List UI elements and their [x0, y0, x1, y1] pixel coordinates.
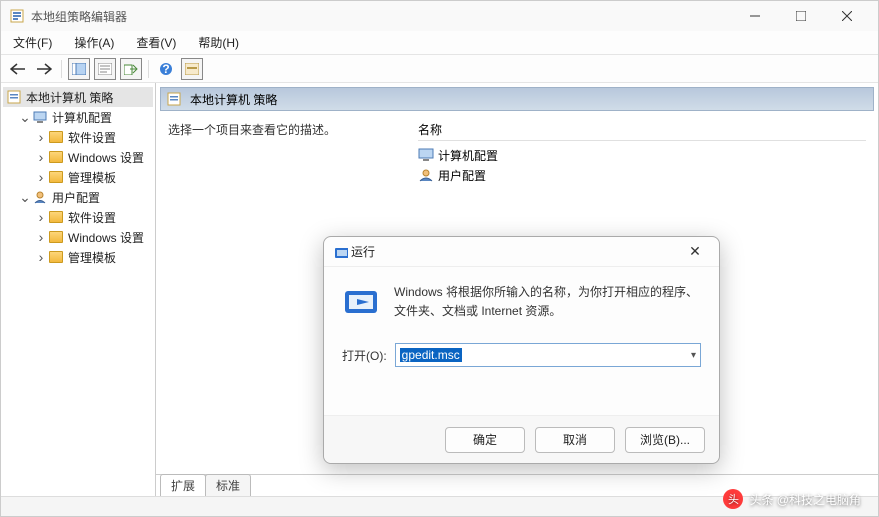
maximize-button[interactable] [778, 1, 824, 31]
folder-icon [49, 231, 63, 243]
tree-label: Windows 设置 [68, 229, 144, 246]
svg-text:?: ? [162, 62, 169, 76]
filter-button[interactable] [181, 58, 203, 80]
dialog-body: Windows 将根据你所输入的名称，为你打开相应的程序、文件夹、文档或 Int… [324, 267, 719, 415]
list-item-label: 计算机配置 [438, 147, 498, 164]
tree-admin[interactable]: › 管理模板 [3, 247, 153, 267]
dialog-title: 运行 [351, 243, 681, 260]
tree-label: 软件设置 [68, 209, 116, 226]
toolbar: ? [1, 55, 878, 83]
tree-computer-config[interactable]: ⌄ 计算机配置 [3, 107, 153, 127]
list-item-label: 用户配置 [438, 167, 486, 184]
list-item-user[interactable]: 用户配置 [418, 165, 866, 185]
run-dialog: 运行 ✕ Windows 将根据你所输入的名称，为你打开相应的程序、文件夹、文档… [323, 236, 720, 464]
expand-icon[interactable]: › [35, 229, 47, 245]
run-icon [342, 283, 380, 321]
window-title: 本地组策略编辑器 [31, 8, 732, 25]
tree-label: Windows 设置 [68, 149, 144, 166]
tab-extended[interactable]: 扩展 [160, 474, 206, 496]
dialog-close-button[interactable]: ✕ [681, 241, 709, 263]
tree-label: 用户配置 [52, 189, 100, 206]
separator [148, 60, 149, 78]
console-tree-button[interactable] [68, 58, 90, 80]
folder-icon [49, 171, 63, 183]
titlebar: 本地组策略编辑器 [1, 1, 878, 31]
browse-button[interactable]: 浏览(B)... [625, 427, 705, 453]
folder-icon [49, 211, 63, 223]
forward-button[interactable] [33, 58, 55, 80]
tree-label: 软件设置 [68, 129, 116, 146]
tree-label: 管理模板 [68, 249, 116, 266]
ok-button[interactable]: 确定 [445, 427, 525, 453]
tree-label: 管理模板 [68, 169, 116, 186]
collapse-icon[interactable]: ⌄ [19, 189, 31, 206]
separator [61, 60, 62, 78]
description-text: 选择一个项目来查看它的描述。 [168, 121, 358, 138]
user-icon [33, 190, 47, 204]
policy-icon [167, 92, 181, 106]
column-header-name[interactable]: 名称 [418, 121, 866, 141]
menu-action[interactable]: 操作(A) [68, 32, 120, 53]
open-combobox[interactable]: gpedit.msc ▾ [395, 343, 701, 367]
menubar: 文件(F) 操作(A) 查看(V) 帮助(H) [1, 31, 878, 55]
watermark-badge: 头 [723, 489, 743, 509]
tree-windows[interactable]: › Windows 设置 [3, 227, 153, 247]
menu-view[interactable]: 查看(V) [130, 32, 182, 53]
tree-windows[interactable]: › Windows 设置 [3, 147, 153, 167]
help-button[interactable]: ? [155, 58, 177, 80]
collapse-icon[interactable]: ⌄ [19, 109, 31, 126]
tree-software[interactable]: › 软件设置 [3, 127, 153, 147]
folder-icon [49, 151, 63, 163]
open-label: 打开(O): [342, 347, 387, 364]
dialog-titlebar: 运行 ✕ [324, 237, 719, 267]
expand-icon[interactable]: › [35, 249, 47, 265]
chevron-down-icon[interactable]: ▾ [691, 350, 696, 361]
watermark-text: 头条 @科技之电脑角 [749, 491, 861, 508]
cancel-button[interactable]: 取消 [535, 427, 615, 453]
tree-panel: 本地计算机 策略 ⌄ 计算机配置 › 软件设置 › Windows 设置 › 管理模板… [1, 83, 156, 496]
expand-icon[interactable]: › [35, 209, 47, 225]
export-button[interactable] [120, 58, 142, 80]
tree-user-config[interactable]: ⌄ 用户配置 [3, 187, 153, 207]
open-value: gpedit.msc [400, 348, 462, 362]
expand-icon[interactable]: › [35, 169, 47, 185]
expand-icon[interactable]: › [35, 129, 47, 145]
app-icon [9, 8, 25, 24]
expand-icon[interactable]: › [35, 149, 47, 165]
tab-standard[interactable]: 标准 [205, 474, 251, 496]
folder-icon [49, 251, 63, 263]
computer-icon [33, 110, 47, 124]
tree-label: 计算机配置 [52, 109, 112, 126]
watermark: 头 头条 @科技之电脑角 [723, 489, 861, 509]
list-item-computer[interactable]: 计算机配置 [418, 145, 866, 165]
minimize-button[interactable] [732, 1, 778, 31]
tree-software[interactable]: › 软件设置 [3, 207, 153, 227]
folder-icon [49, 131, 63, 143]
main-header-label: 本地计算机 策略 [190, 91, 277, 108]
tree-root[interactable]: 本地计算机 策略 [3, 87, 153, 107]
tree-root-label: 本地计算机 策略 [26, 89, 113, 106]
policy-icon [7, 90, 21, 104]
menu-help[interactable]: 帮助(H) [192, 32, 245, 53]
properties-button[interactable] [94, 58, 116, 80]
computer-icon [418, 148, 434, 162]
dialog-description: Windows 将根据你所输入的名称，为你打开相应的程序、文件夹、文档或 Int… [394, 283, 701, 321]
close-button[interactable] [824, 1, 870, 31]
run-app-icon [334, 245, 348, 259]
window-controls [732, 1, 870, 31]
tree-admin[interactable]: › 管理模板 [3, 167, 153, 187]
dialog-actions: 确定 取消 浏览(B)... [324, 415, 719, 463]
main-header: 本地计算机 策略 [160, 87, 874, 111]
menu-file[interactable]: 文件(F) [7, 32, 58, 53]
back-button[interactable] [7, 58, 29, 80]
user-icon [418, 168, 434, 182]
